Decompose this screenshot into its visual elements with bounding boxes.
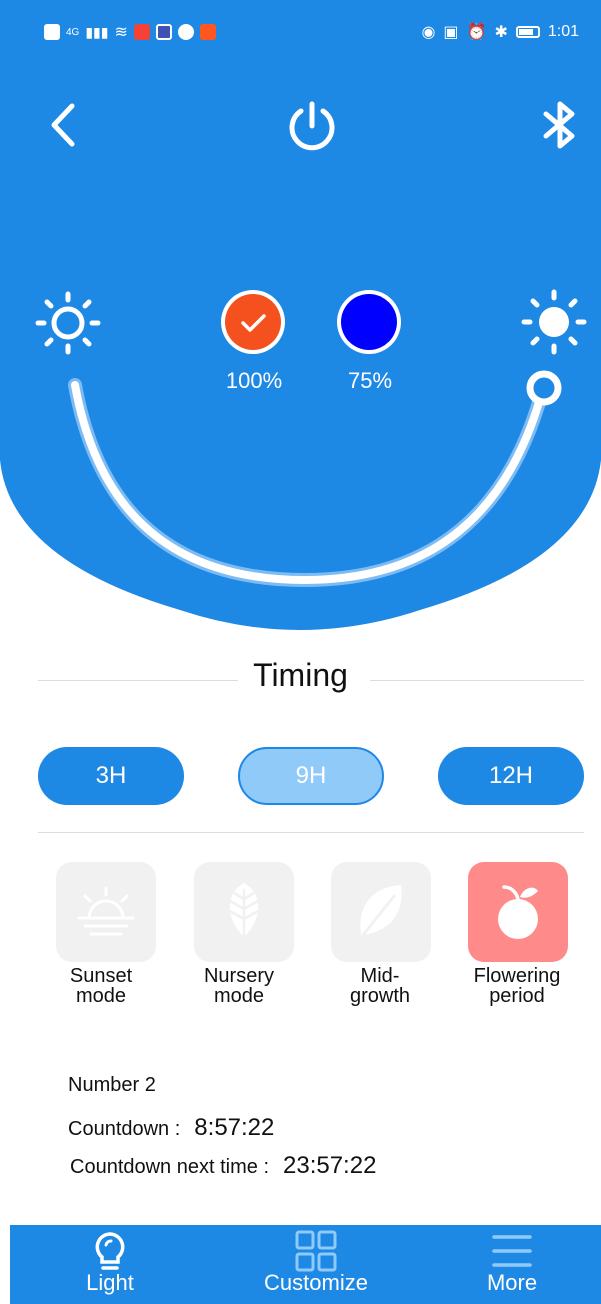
- clock-time: 1:01: [547, 23, 579, 40]
- nav-light-label: Light: [86, 1270, 134, 1295]
- lightbulb-icon: [95, 1232, 125, 1270]
- timing-12h-button[interactable]: 12H: [438, 747, 584, 805]
- power-icon[interactable]: [284, 98, 340, 154]
- sun-bright-icon: [521, 289, 587, 355]
- grid-icon: [295, 1230, 337, 1272]
- notification-app-icon: [199, 24, 216, 40]
- channel-blue-button[interactable]: [337, 290, 401, 354]
- eye-icon: ◉: [421, 24, 436, 41]
- countdown-row: Countdown : 8:57:22: [68, 1114, 274, 1142]
- nav-more[interactable]: More: [432, 1225, 592, 1304]
- mode-midgrowth-line2: growth: [349, 985, 411, 1007]
- battery-icon: [515, 26, 540, 38]
- mode-nursery-label: Nursery mode: [174, 966, 304, 1006]
- leaf-icon: [360, 885, 402, 936]
- mode-sunset-label: Sunset mode: [36, 966, 166, 1006]
- menu-icon: [492, 1235, 532, 1267]
- mode-midgrowth-line1: Mid-: [360, 965, 400, 987]
- nav-customize-label: Customize: [264, 1270, 368, 1295]
- sunset-icon: [77, 886, 135, 936]
- status-left-icons: 4G ▮▮▮ ≋: [44, 22, 216, 42]
- countdown-value: 8:57:22: [194, 1114, 275, 1141]
- mode-flowering-button[interactable]: [468, 862, 568, 962]
- mode-sunset-line2: mode: [75, 985, 127, 1007]
- mode-nursery-line1: Nursery: [203, 965, 274, 987]
- nfc-icon: ▣: [443, 24, 459, 41]
- countdown-next-row: Countdown next time : 23:57:22: [70, 1152, 376, 1180]
- status-bar: 4G ▮▮▮ ≋ ◉ ▣ ⏰ ✱ 1:01: [0, 0, 601, 66]
- notification-hand-icon: [177, 24, 194, 40]
- checkmark-icon: [241, 314, 266, 332]
- nav-customize[interactable]: Customize: [236, 1225, 396, 1304]
- sun-dim-icon: [35, 291, 101, 355]
- slider-handle[interactable]: [526, 370, 562, 406]
- wifi-icon: ≋: [114, 24, 128, 41]
- mode-flowering-label: Flowering period: [452, 966, 582, 1006]
- mode-flowering-line2: period: [489, 985, 545, 1007]
- mode-midgrowth-label: Mid- growth: [315, 966, 445, 1006]
- countdown-next-label: Countdown next time :: [70, 1156, 269, 1178]
- timing-title: Timing: [253, 657, 348, 693]
- countdown-label: Countdown :: [68, 1118, 181, 1140]
- divider-modes: [38, 832, 584, 833]
- mode-nursery-button[interactable]: [194, 862, 294, 962]
- mode-nursery-line2: mode: [213, 985, 265, 1007]
- timing-9h-button[interactable]: 9H: [238, 747, 384, 805]
- countdown-next-value: 23:57:22: [283, 1152, 377, 1179]
- bluetooth-icon[interactable]: [538, 100, 582, 150]
- nav-light[interactable]: Light: [30, 1225, 190, 1304]
- channel-red-swatch: [225, 294, 281, 350]
- program-number: Number 2: [68, 1074, 156, 1096]
- timing-3h-button[interactable]: 3H: [38, 747, 184, 805]
- channel-blue-swatch: [341, 294, 397, 350]
- hd-icon: [44, 24, 60, 40]
- mode-midgrowth-button[interactable]: [331, 862, 431, 962]
- status-right-icons: ◉ ▣ ⏰ ✱ 1:01: [421, 22, 579, 42]
- network-type: 4G: [66, 26, 80, 38]
- brightness-arc-slider[interactable]: [0, 360, 601, 610]
- notification-red-icon: [133, 24, 150, 40]
- bottom-navigation: Light Customize More: [10, 1225, 601, 1304]
- nav-more-label: More: [486, 1270, 538, 1295]
- chevron-left-icon[interactable]: [44, 100, 84, 150]
- channel-red-button[interactable]: [221, 290, 285, 354]
- leaf-fern-icon: [229, 883, 259, 943]
- signal-icon: ▮▮▮: [85, 23, 109, 40]
- notification-bulb-icon: [155, 24, 172, 40]
- fruit-icon: [498, 885, 538, 939]
- alarm-icon: ⏰: [466, 24, 487, 41]
- mode-sunset-button[interactable]: [56, 862, 156, 962]
- bluetooth-status-icon: ✱: [494, 24, 508, 41]
- mode-sunset-line1: Sunset: [69, 965, 133, 987]
- mode-flowering-line1: Flowering: [473, 965, 561, 987]
